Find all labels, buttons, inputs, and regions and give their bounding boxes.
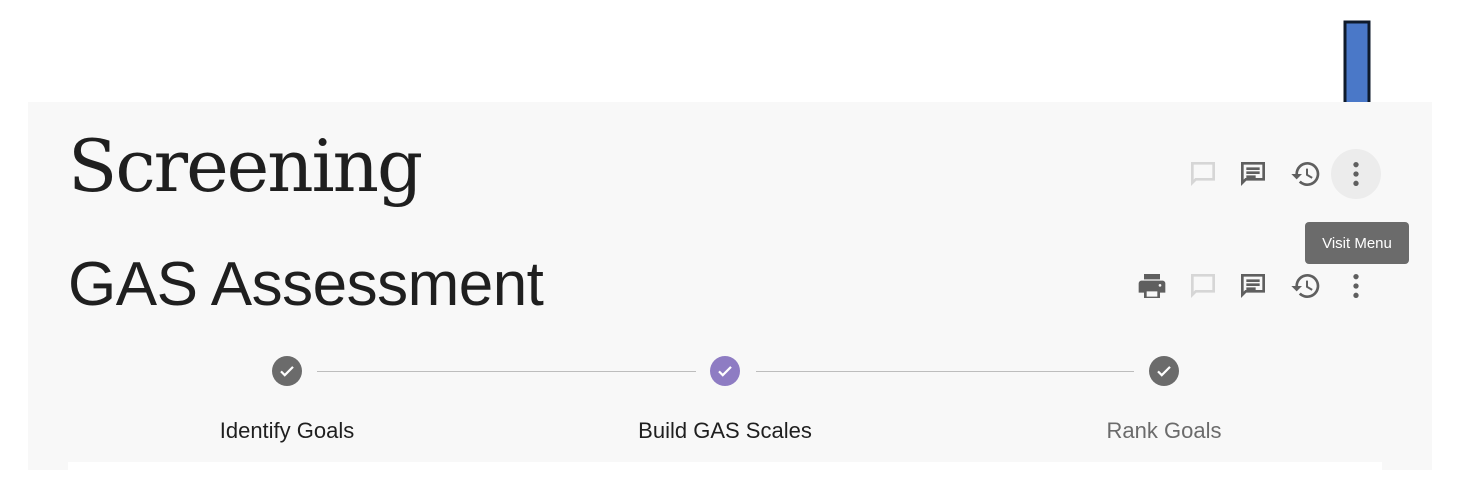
comment-filled-icon[interactable] [1233, 266, 1273, 306]
visit-menu-tooltip: Visit Menu [1305, 222, 1409, 264]
content-card [68, 462, 1382, 474]
page-title: Screening [68, 124, 423, 208]
history-icon[interactable] [1286, 266, 1326, 306]
more-vert-icon[interactable] [1336, 266, 1376, 306]
step-3-complete-icon[interactable] [1149, 356, 1179, 386]
step-connector [317, 371, 696, 372]
step-connector [756, 371, 1134, 372]
comment-outline-icon[interactable] [1183, 154, 1223, 194]
section-title: GAS Assessment [68, 250, 544, 319]
comment-filled-icon[interactable] [1233, 154, 1273, 194]
step-label-rank-goals[interactable]: Rank Goals [1107, 418, 1222, 444]
screening-panel: Screening Visit Menu GAS Assessment Iden… [28, 102, 1432, 474]
step-1-complete-icon[interactable] [272, 356, 302, 386]
history-icon[interactable] [1286, 154, 1326, 194]
comment-outline-icon[interactable] [1183, 266, 1223, 306]
step-2-active-icon[interactable] [710, 356, 740, 386]
step-label-build-gas-scales[interactable]: Build GAS Scales [638, 418, 812, 444]
print-icon[interactable] [1132, 266, 1172, 306]
more-vert-icon[interactable] [1331, 149, 1381, 199]
step-label-identify-goals[interactable]: Identify Goals [220, 418, 355, 444]
